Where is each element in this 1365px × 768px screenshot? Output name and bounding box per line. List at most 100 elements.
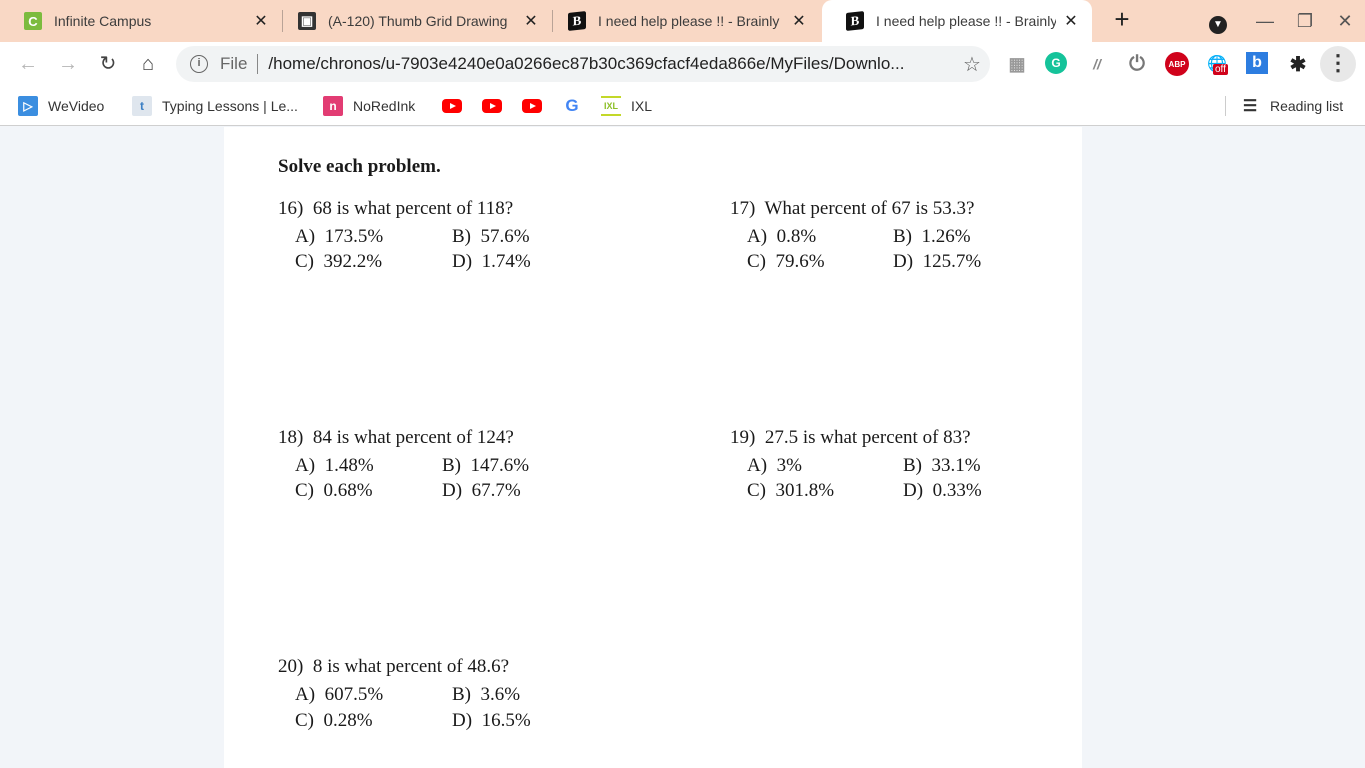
choice-letter: A) bbox=[295, 455, 316, 476]
choice-a: A) 0.8% bbox=[747, 226, 816, 248]
choice-letter: B) bbox=[442, 455, 461, 476]
choice-value: 33.1% bbox=[931, 455, 981, 476]
minimize-button[interactable]: — bbox=[1251, 8, 1279, 34]
extensions-puzzle-icon[interactable]: ✱ bbox=[1286, 52, 1310, 76]
bookmark-youtube-3[interactable] bbox=[522, 94, 542, 118]
typing-icon: t bbox=[132, 96, 152, 116]
bookmark-youtube-2[interactable] bbox=[482, 94, 502, 118]
question: 16) 68 is what percent of 118? bbox=[278, 198, 513, 220]
new-tab-button[interactable]: + bbox=[1108, 6, 1136, 34]
choice-c: C) 0.68% bbox=[295, 480, 373, 502]
choice-value: 0.8% bbox=[776, 226, 817, 247]
problem-number: 18) bbox=[278, 427, 304, 448]
google-icon: G bbox=[565, 96, 579, 115]
choice-value: 1.74% bbox=[481, 251, 531, 272]
choice-letter: D) bbox=[452, 251, 473, 272]
choice-letter: C) bbox=[295, 251, 314, 272]
choice-value: 1.48% bbox=[324, 455, 374, 476]
youtube-icon bbox=[522, 99, 542, 113]
home-button[interactable]: ⌂ bbox=[134, 50, 162, 78]
translate-off-icon[interactable]: 🌐 off bbox=[1205, 52, 1229, 76]
bookmarks-bar: ▷ WeVideo t Typing Lessons | Le... n NoR… bbox=[0, 86, 1365, 126]
close-icon[interactable]: ✕ bbox=[252, 11, 270, 31]
choice-b: B) 1.26% bbox=[893, 226, 971, 248]
choice-value: 67.7% bbox=[471, 480, 521, 501]
choice-value: 16.5% bbox=[481, 710, 531, 731]
power-icon[interactable]: ⏻ bbox=[1125, 52, 1149, 76]
tab-title: I need help please !! - Brainly bbox=[876, 13, 1056, 29]
document-viewport[interactable]: Solve each problem. 16) 68 is what perce… bbox=[0, 127, 1365, 768]
classroom-icon: ▣ bbox=[298, 12, 316, 30]
adblock-plus-icon[interactable]: ABP bbox=[1165, 52, 1189, 76]
choice-letter: C) bbox=[295, 710, 314, 731]
divider bbox=[1225, 96, 1226, 116]
choice-value: 57.6% bbox=[480, 226, 530, 247]
close-icon[interactable]: ✕ bbox=[790, 11, 808, 31]
url-scheme-label: File bbox=[220, 54, 248, 73]
brainly-icon: B bbox=[568, 11, 586, 31]
question: 17) What percent of 67 is 53.3? bbox=[730, 198, 974, 220]
choice-letter: B) bbox=[893, 226, 912, 247]
tab-thumb-grid-drawing[interactable]: ▣ (A-120) Thumb Grid Drawing ✕ bbox=[274, 0, 552, 42]
choice-value: 1.26% bbox=[921, 226, 971, 247]
window-close-button[interactable]: ✕ bbox=[1331, 8, 1359, 34]
bookmark-youtube-1[interactable] bbox=[442, 94, 462, 118]
bookmark-noredink[interactable]: n NoRedInk bbox=[323, 94, 415, 118]
address-bar[interactable]: i File /home/chronos/u-7903e4240e0a0266e… bbox=[176, 46, 990, 82]
bookmark-star-icon[interactable]: ☆ bbox=[954, 52, 990, 77]
close-icon[interactable]: ✕ bbox=[1062, 11, 1080, 31]
divider bbox=[257, 54, 259, 74]
choice-value: 3.6% bbox=[480, 684, 521, 705]
choice-letter: A) bbox=[747, 226, 768, 247]
grammarly-icon[interactable]: G bbox=[1045, 52, 1067, 74]
problem-number: 20) bbox=[278, 656, 304, 677]
off-badge: off bbox=[1213, 64, 1228, 75]
chevron-down-circle-icon: ▼ bbox=[1209, 16, 1227, 34]
bookmark-google[interactable]: G bbox=[562, 94, 592, 118]
choice-letter: B) bbox=[452, 226, 471, 247]
choice-letter: A) bbox=[295, 226, 316, 247]
problem-20: 20) 8 is what percent of 48.6? A) 607.5%… bbox=[278, 656, 531, 734]
office-icon[interactable]: ▦ bbox=[1005, 52, 1029, 76]
choice-c: C) 79.6% bbox=[747, 251, 825, 273]
infinite-campus-icon: C bbox=[24, 12, 42, 30]
choice-letter: A) bbox=[295, 684, 316, 705]
bookmark-label: WeVideo bbox=[48, 98, 105, 114]
tab-search-button[interactable]: ▼ bbox=[1204, 8, 1232, 34]
choice-a: A) 607.5% bbox=[295, 684, 383, 706]
choices: A) 1.48% B) 147.6% C) 0.68% D) 67.7% bbox=[295, 455, 529, 505]
bookmark-ixl[interactable]: IXL IXL bbox=[601, 94, 652, 118]
choice-letter: D) bbox=[442, 480, 463, 501]
reading-list-button[interactable]: ☰ Reading list bbox=[1240, 94, 1343, 118]
reload-button[interactable]: ↻ bbox=[94, 50, 122, 78]
browser-toolbar: ← → ↻ ⌂ i File /home/chronos/u-7903e4240… bbox=[0, 42, 1365, 86]
question-text: 27.5 is what percent of 83? bbox=[764, 427, 971, 448]
kami-icon[interactable]: // bbox=[1085, 52, 1109, 76]
question: 19) 27.5 is what percent of 83? bbox=[730, 427, 971, 449]
problem-number: 19) bbox=[730, 427, 756, 448]
forward-button[interactable]: → bbox=[54, 50, 82, 78]
choice-d: D) 0.33% bbox=[903, 480, 982, 502]
question-text: What percent of 67 is 53.3? bbox=[764, 198, 975, 219]
bookmark-wevideo[interactable]: ▷ WeVideo bbox=[18, 94, 104, 118]
choice-letter: C) bbox=[747, 480, 766, 501]
tab-infinite-campus[interactable]: C Infinite Campus ✕ bbox=[0, 0, 282, 42]
tab-brainly-2-active[interactable]: B I need help please !! - Brainly ✕ bbox=[822, 0, 1092, 42]
choices: A) 3% B) 33.1% C) 301.8% D) 0.33% bbox=[747, 455, 982, 505]
bookmark-typing-lessons[interactable]: t Typing Lessons | Le... bbox=[132, 94, 298, 118]
back-button[interactable]: ← bbox=[14, 50, 42, 78]
choice-d: D) 67.7% bbox=[442, 480, 521, 502]
choice-value: 3% bbox=[776, 455, 802, 476]
chrome-menu-button[interactable]: ⋮ bbox=[1320, 46, 1356, 82]
close-icon[interactable]: ✕ bbox=[522, 11, 540, 31]
choice-value: 392.2% bbox=[323, 251, 383, 272]
restore-button[interactable]: ❐ bbox=[1291, 8, 1319, 34]
tab-brainly-1[interactable]: B I need help please !! - Brainly ✕ bbox=[544, 0, 820, 42]
question-text: 68 is what percent of 118? bbox=[312, 198, 514, 219]
choice-a: A) 173.5% bbox=[295, 226, 383, 248]
bing-icon[interactable]: b bbox=[1246, 52, 1268, 74]
ixl-icon: IXL bbox=[601, 96, 621, 116]
question-text: 84 is what percent of 124? bbox=[312, 427, 514, 448]
url-input[interactable]: /home/chronos/u-7903e4240e0a0266ec87b30c… bbox=[268, 54, 954, 74]
info-icon[interactable]: i bbox=[190, 55, 208, 73]
